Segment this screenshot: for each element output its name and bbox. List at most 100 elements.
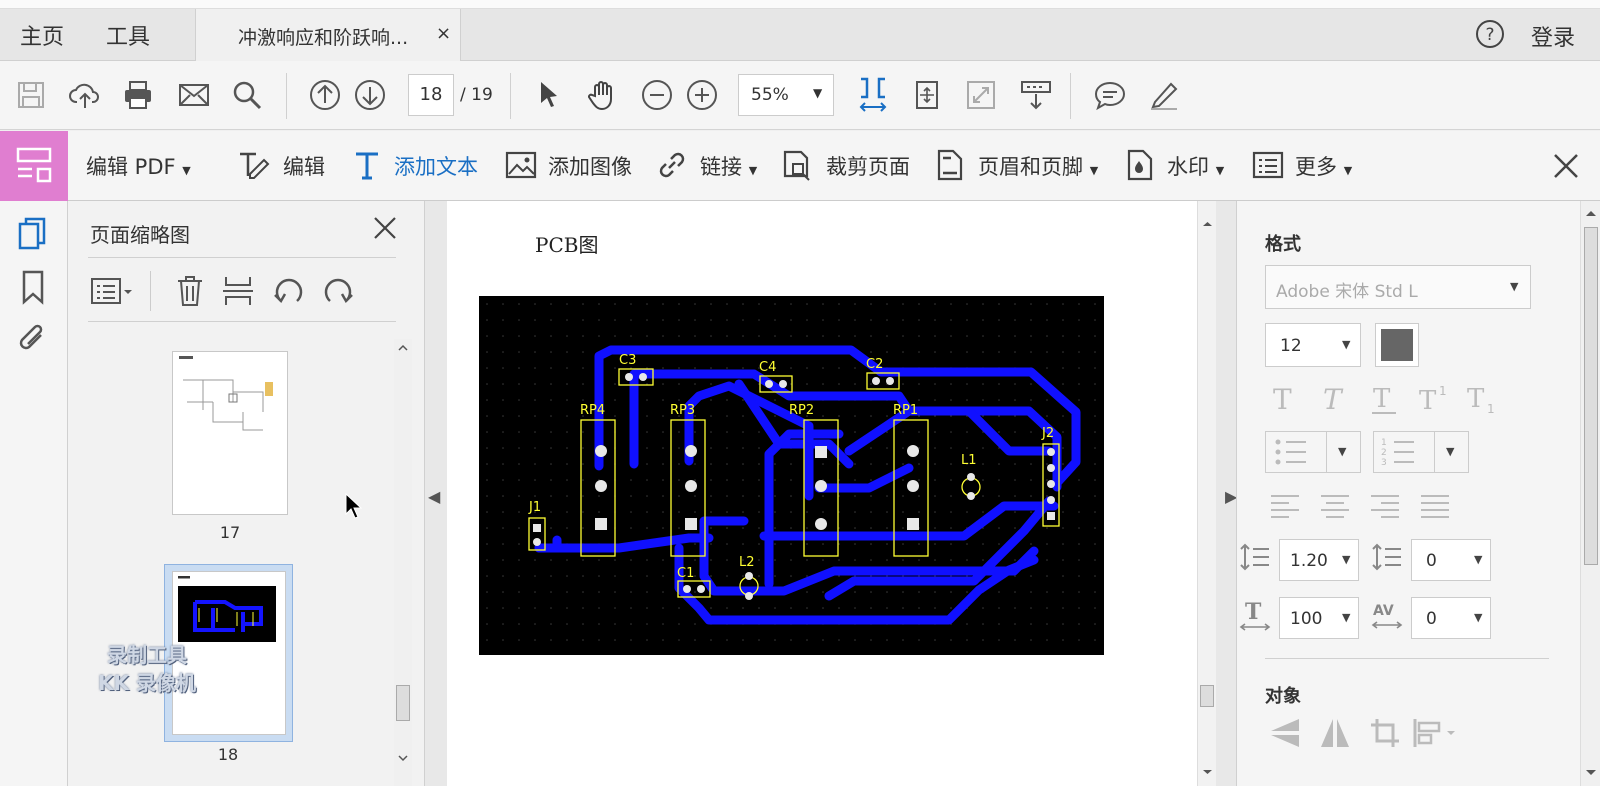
rotate-counterclockwise-icon[interactable] — [271, 273, 307, 309]
bullet-list-select[interactable]: ▼ — [1265, 431, 1361, 473]
add-text-button[interactable]: 添加文本 — [394, 151, 478, 181]
thumbnail-scroll-thumb[interactable] — [396, 685, 410, 721]
select-pointer-icon[interactable] — [531, 78, 565, 112]
pcb-label-rp4: RP4 — [580, 403, 605, 418]
pcb-label-c1: C1 — [677, 566, 694, 581]
document-scroll-thumb[interactable] — [1200, 685, 1214, 707]
hand-tool-icon[interactable] — [586, 78, 620, 112]
tab-document[interactable]: 冲激响应和阶跃响... × — [195, 9, 461, 61]
comment-icon[interactable] — [1093, 78, 1127, 112]
text-underline-icon[interactable]: T — [1367, 381, 1403, 417]
chevron-down-icon: ▼ — [1510, 280, 1519, 293]
line-spacing-select[interactable]: 1.20 ▼ — [1279, 539, 1359, 581]
close-panel-icon[interactable] — [370, 213, 400, 243]
rotate-view-icon[interactable] — [910, 78, 944, 112]
close-edit-toolbar-icon[interactable] — [1551, 151, 1581, 181]
align-right-icon[interactable] — [1367, 487, 1403, 523]
zoom-select[interactable]: 55% ▼ — [738, 74, 834, 116]
scroll-down-icon[interactable] — [1198, 763, 1217, 781]
zoom-in-icon[interactable] — [685, 78, 719, 112]
fit-page-icon[interactable] — [855, 75, 891, 115]
watermark-dropdown[interactable]: 水印 ▼ — [1167, 151, 1224, 181]
email-icon[interactable] — [177, 78, 211, 112]
align-left-icon[interactable] — [1267, 487, 1303, 523]
chevron-down-icon: ▼ — [1343, 164, 1353, 177]
paragraph-spacing-select[interactable]: 0 ▼ — [1411, 539, 1491, 581]
crop-page-button[interactable]: 裁剪页面 — [826, 151, 910, 181]
line-spacing-icon — [1240, 543, 1269, 571]
link-dropdown[interactable]: 链接 ▼ — [700, 151, 757, 181]
edit-pdf-badge[interactable] — [0, 131, 68, 201]
chevron-down-icon: ▼ — [813, 86, 823, 100]
more-dropdown[interactable]: 更多 ▼ — [1295, 151, 1352, 181]
login-link[interactable]: 登录 — [1531, 20, 1575, 52]
rotate-clockwise-icon[interactable] — [320, 273, 356, 309]
close-tab-icon[interactable]: × — [436, 23, 451, 44]
edit-pdf-mode-dropdown[interactable]: 编辑 PDF ▼ — [86, 151, 191, 181]
add-image-button[interactable]: 添加图像 — [548, 151, 632, 181]
scroll-up-icon[interactable] — [394, 339, 412, 357]
split-page-icon[interactable] — [220, 273, 256, 309]
format-panel-scrollbar[interactable] — [1580, 201, 1600, 786]
text-superscript-icon[interactable]: T1 — [1417, 381, 1453, 417]
pcb-label-c2: C2 — [866, 357, 883, 372]
thumbnail-scrollbar[interactable] — [394, 339, 412, 786]
character-spacing-select[interactable]: 0 ▼ — [1411, 597, 1491, 639]
text-italic-icon[interactable]: T — [1317, 381, 1353, 417]
pcb-label-j2: J2 — [1041, 426, 1054, 441]
help-icon[interactable]: ? — [1474, 18, 1506, 50]
previous-page-icon[interactable] — [308, 78, 342, 112]
tab-tools[interactable]: 工具 — [106, 19, 150, 51]
cloud-upload-icon[interactable] — [68, 78, 102, 112]
collapse-left-panel-icon[interactable]: ◀ — [428, 487, 440, 506]
next-page-icon[interactable] — [353, 78, 387, 112]
scroll-down-icon[interactable] — [1581, 763, 1600, 781]
flip-horizontal-icon[interactable] — [1317, 715, 1353, 751]
document-scrollbar[interactable] — [1197, 201, 1216, 786]
pcb-label-j1: J1 — [528, 500, 541, 515]
thumbnail-options-icon[interactable] — [90, 273, 134, 309]
character-spacing-value: 0 — [1426, 609, 1437, 629]
full-screen-icon[interactable] — [964, 78, 998, 112]
font-color-picker[interactable] — [1375, 323, 1419, 367]
page-thumbnail-17[interactable] — [172, 351, 288, 515]
document-tab-title: 冲激响应和阶跃响... — [238, 27, 409, 49]
attachment-icon[interactable] — [14, 319, 52, 357]
pcb-label-rp1: RP1 — [893, 403, 918, 418]
scroll-up-icon[interactable] — [1581, 205, 1600, 223]
text-subscript-icon[interactable]: T1 — [1465, 381, 1501, 417]
print-icon[interactable] — [121, 78, 155, 112]
format-panel-scroll-thumb[interactable] — [1584, 227, 1598, 565]
font-size-select[interactable]: 12 ▼ — [1265, 323, 1361, 367]
scroll-down-icon[interactable] — [394, 749, 412, 767]
svg-text:AV: AV — [1373, 603, 1394, 619]
search-icon[interactable] — [230, 78, 264, 112]
highlight-pen-icon[interactable] — [1147, 78, 1181, 112]
bookmark-icon[interactable] — [14, 268, 52, 306]
add-text-icon — [356, 152, 378, 180]
thumbnail-circuit-preview — [179, 356, 273, 431]
page-thumbnails-icon[interactable] — [14, 215, 52, 253]
scroll-up-icon[interactable] — [1198, 215, 1217, 233]
align-center-icon[interactable] — [1317, 487, 1353, 523]
chevron-down-icon: ▼ — [1338, 445, 1347, 458]
crop-icon[interactable] — [1367, 715, 1403, 751]
align-justify-icon[interactable] — [1417, 487, 1453, 523]
delete-page-icon[interactable] — [172, 273, 208, 309]
font-family-select[interactable]: Adobe 宋体 Std L ▼ — [1265, 265, 1531, 309]
zoom-out-icon[interactable] — [640, 78, 674, 112]
pcb-label-rp3: RP3 — [670, 403, 695, 418]
scroll-mode-icon[interactable] — [1019, 78, 1053, 112]
pcb-heading: PCB图 — [535, 233, 599, 257]
flip-vertical-icon[interactable] — [1267, 715, 1303, 751]
save-icon[interactable] — [14, 78, 48, 112]
numbered-list-select[interactable]: 123 ▼ — [1373, 431, 1469, 473]
page-number-input[interactable]: 18 — [408, 74, 454, 116]
tab-home[interactable]: 主页 — [20, 19, 64, 51]
align-objects-icon[interactable] — [1411, 715, 1461, 751]
svg-text:?: ? — [1485, 25, 1494, 45]
edit-button[interactable]: 编辑 — [283, 151, 325, 181]
text-bold-icon[interactable]: T — [1267, 381, 1303, 417]
header-footer-dropdown[interactable]: 页眉和页脚 ▼ — [978, 151, 1098, 181]
horizontal-scale-select[interactable]: 100 ▼ — [1279, 597, 1359, 639]
